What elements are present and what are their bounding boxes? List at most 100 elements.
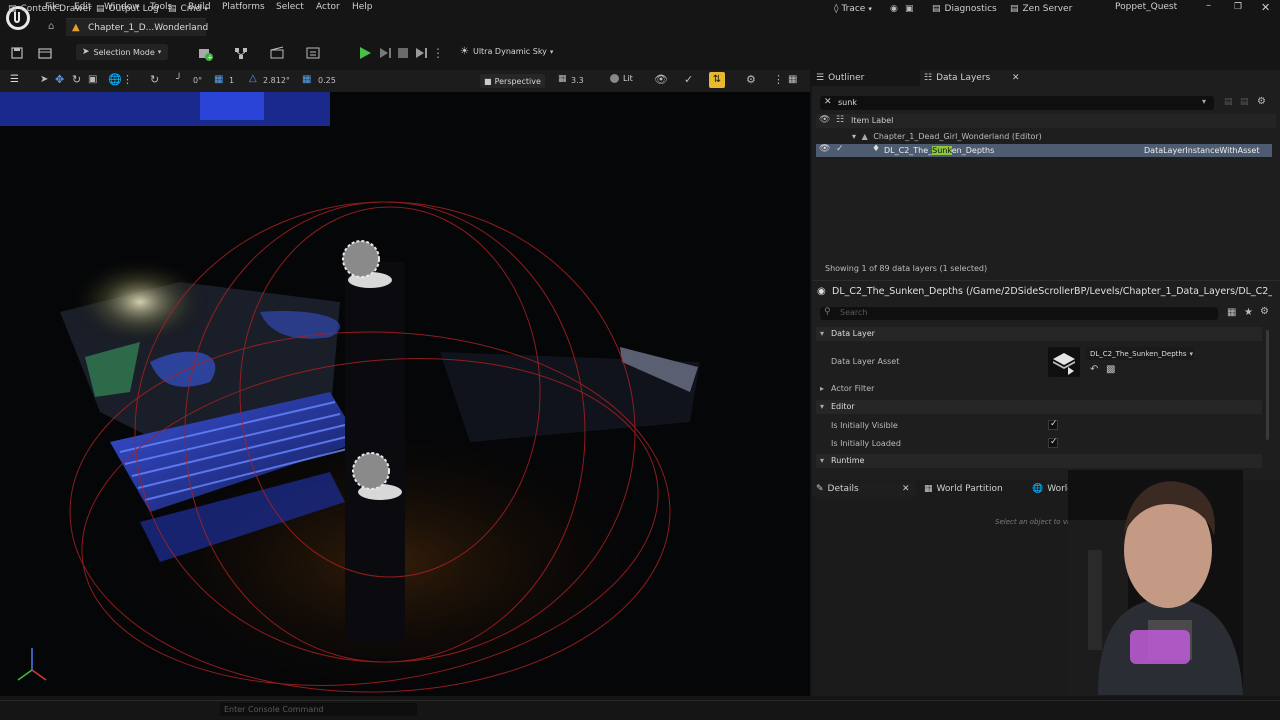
layout-icon[interactable]: ▦ bbox=[788, 74, 797, 85]
chevron-down-icon: ▾ bbox=[868, 5, 872, 13]
grid-snap-icon[interactable]: ╯ bbox=[176, 74, 182, 85]
favorite-star-icon[interactable]: ★ bbox=[1244, 307, 1253, 318]
tools-icon[interactable]: ✓ bbox=[684, 73, 693, 86]
data-layers-search-input[interactable]: ✕ sunk bbox=[820, 96, 1214, 110]
close-tab-icon[interactable]: ✕ bbox=[902, 481, 910, 497]
close-tab-icon[interactable]: ✕ bbox=[1012, 70, 1020, 86]
view-mode-dropdown[interactable]: Lit bbox=[610, 74, 633, 83]
webcam-overlay bbox=[1068, 470, 1243, 695]
camera-speed-value[interactable]: 0.25 bbox=[318, 76, 336, 85]
details-scrollbar[interactable] bbox=[1266, 330, 1269, 440]
level-viewport[interactable] bbox=[0, 92, 810, 696]
diagnostics-button[interactable]: ▤ Diagnostics bbox=[932, 4, 997, 14]
screenshot-icon[interactable]: ▣ bbox=[905, 4, 914, 14]
section-editor-label: Editor bbox=[831, 402, 855, 411]
rotation-snap-icon[interactable]: △ bbox=[249, 73, 257, 84]
scale-snap-value[interactable]: 2.812° bbox=[263, 76, 290, 85]
table-view-icon[interactable]: ▦ bbox=[1227, 307, 1236, 318]
section-actor-filter[interactable]: ▸ Actor Filter bbox=[816, 382, 1262, 396]
zen-server-button[interactable]: ▤ Zen Server bbox=[1010, 4, 1072, 14]
select-tool-icon[interactable]: ➤ bbox=[40, 74, 48, 85]
tab-world-partition[interactable]: ▦ World Partition bbox=[920, 481, 1026, 497]
selection-mode-dropdown[interactable]: ➤ Selection Mode ▾ bbox=[76, 44, 168, 60]
cinematics-icon[interactable] bbox=[268, 44, 286, 62]
tab-outliner[interactable]: ☰ Outliner bbox=[812, 70, 920, 86]
visibility-eye-icon[interactable]: 👁 bbox=[819, 144, 830, 154]
data-layer-asset-dropdown[interactable]: DL_C2_The_Sunken_Depths ▾ bbox=[1086, 347, 1194, 360]
rotate-snap-value[interactable]: 0° bbox=[193, 76, 202, 85]
zen-server-label: Zen Server bbox=[1022, 4, 1073, 14]
stop-icon[interactable] bbox=[394, 44, 412, 62]
maximize-icon[interactable]: ❐ bbox=[1234, 2, 1242, 12]
output-log-button[interactable]: ▤ Output Log bbox=[96, 4, 159, 14]
menu-help[interactable]: Help bbox=[352, 2, 373, 12]
filter-dropdown-icon[interactable]: ▾ bbox=[1202, 97, 1206, 106]
properties-search-input[interactable]: ⚲ Search bbox=[820, 307, 1218, 320]
eject-icon[interactable] bbox=[412, 44, 430, 62]
section-actor-filter-label: Actor Filter bbox=[831, 384, 875, 393]
save-icon[interactable] bbox=[8, 44, 26, 62]
content-drawer-button[interactable]: ▤ Content Drawer bbox=[8, 4, 92, 14]
tree-item-data-layer-selected[interactable]: 👁 ✓ ♦ DL_C2_The_Sunken_Depths DataLayerI… bbox=[816, 144, 1272, 157]
fov-value[interactable]: 3.3 bbox=[571, 76, 584, 85]
scale-icon[interactable]: ▣ bbox=[88, 74, 97, 85]
step-icon[interactable] bbox=[376, 44, 394, 62]
home-icon[interactable]: ⌂ bbox=[48, 21, 54, 32]
cmd-dropdown[interactable]: ▤ Cmd ▾ bbox=[168, 4, 208, 14]
collapse-arrow-icon[interactable]: ▾ bbox=[852, 132, 856, 141]
tree-item-world[interactable]: ▾ ▲ Chapter_1_Dead_Girl_Wonderland (Edit… bbox=[852, 132, 1042, 141]
remove-data-layer-icon[interactable]: ▤ bbox=[1240, 97, 1249, 107]
translate-icon[interactable]: ✥ bbox=[55, 73, 64, 86]
sky-dropdown[interactable]: ☀ Ultra Dynamic Sky ▾ bbox=[460, 46, 553, 57]
play-options-icon[interactable]: ⋮ bbox=[432, 44, 450, 62]
item-label-column[interactable]: Item Label bbox=[851, 116, 893, 125]
panel-separator bbox=[812, 280, 1280, 281]
details-settings-icon[interactable]: ⚙ bbox=[1260, 306, 1269, 317]
add-data-layer-icon[interactable]: ▤ bbox=[1224, 97, 1233, 107]
viewport-more-icon[interactable]: ⋮ bbox=[773, 73, 784, 86]
viewport-menu-icon[interactable]: ☰ bbox=[10, 74, 19, 85]
menu-platforms[interactable]: Platforms bbox=[222, 2, 265, 12]
initially-loaded-checkbox[interactable]: ✓ bbox=[1048, 437, 1058, 448]
surface-snap-icon[interactable]: ↻ bbox=[150, 73, 159, 86]
perspective-dropdown[interactable]: ■ Perspective bbox=[480, 74, 545, 88]
minimize-icon[interactable]: – bbox=[1206, 0, 1211, 11]
add-actor-icon[interactable]: + bbox=[196, 44, 214, 62]
tab-details[interactable]: ✎ Details ✕ bbox=[812, 481, 916, 497]
data-layers-status: Showing 1 of 89 data layers (1 selected) bbox=[825, 264, 988, 273]
grid-size-icon[interactable]: ▦ bbox=[214, 74, 223, 85]
section-data-layer[interactable]: ▾ Data Layer bbox=[816, 327, 1262, 341]
record-icon[interactable]: ◉ bbox=[890, 4, 898, 14]
settings-icon[interactable]: ⚙ bbox=[1257, 96, 1266, 107]
section-runtime[interactable]: ▾ Runtime bbox=[816, 454, 1262, 468]
data-layer-asset-icon: ◉ bbox=[817, 286, 826, 297]
tab-data-layers[interactable]: ☷ Data Layers ✕ bbox=[920, 70, 1026, 86]
platforms-icon[interactable] bbox=[304, 44, 322, 62]
realtime-toggle-icon[interactable]: ⇅ bbox=[709, 72, 725, 88]
grid-snap-value[interactable]: 1 bbox=[229, 76, 234, 85]
play-icon[interactable] bbox=[356, 44, 374, 62]
world-local-icon[interactable]: 🌐 bbox=[108, 73, 122, 86]
camera-speed-icon[interactable]: ▦ bbox=[302, 74, 311, 85]
trace-dropdown[interactable]: ◊ Trace ▾ bbox=[834, 4, 872, 14]
chevron-down-icon: ▾ bbox=[157, 48, 162, 56]
data-layer-asset-thumbnail[interactable] bbox=[1048, 347, 1080, 377]
settings-gear-icon[interactable]: ⚙ bbox=[746, 73, 756, 86]
show-flags-icon[interactable]: 👁 bbox=[654, 73, 668, 86]
tab-outliner-label: Outliner bbox=[828, 73, 865, 83]
loaded-check-icon[interactable]: ✓ bbox=[836, 144, 844, 154]
browse-asset-icon[interactable]: ▩ bbox=[1106, 364, 1115, 375]
rotate-icon[interactable]: ↻ bbox=[72, 73, 81, 86]
level-tab[interactable]: ▲ Chapter_1_D...Wonderland bbox=[66, 18, 208, 36]
clear-search-icon[interactable]: ✕ bbox=[824, 97, 832, 107]
close-window-icon[interactable]: ✕ bbox=[1261, 1, 1270, 14]
use-selected-icon[interactable]: ↶ bbox=[1090, 364, 1098, 375]
console-command-input[interactable]: Enter Console Command bbox=[220, 703, 417, 716]
initially-visible-checkbox[interactable]: ✓ bbox=[1048, 419, 1058, 430]
content-browser-icon[interactable] bbox=[36, 44, 54, 62]
menu-actor[interactable]: Actor bbox=[316, 2, 340, 12]
viewport-options-icon[interactable]: ⋮ bbox=[122, 73, 133, 86]
section-editor[interactable]: ▾ Editor bbox=[816, 400, 1262, 414]
blueprint-icon[interactable] bbox=[232, 44, 250, 62]
menu-select[interactable]: Select bbox=[276, 2, 304, 12]
